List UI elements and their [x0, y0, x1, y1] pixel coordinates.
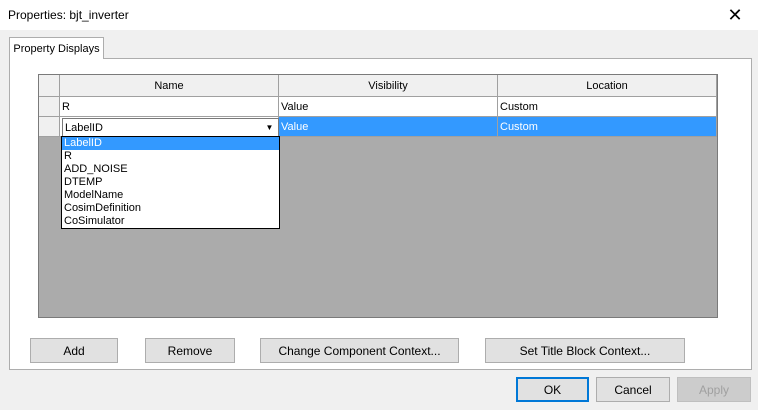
remove-button[interactable]: Remove [145, 338, 235, 363]
name-dropdown-list: LabelID R ADD_NOISE DTEMP ModelName Cosi… [61, 136, 280, 229]
column-header-name[interactable]: Name [60, 75, 279, 97]
dropdown-option[interactable]: DTEMP [62, 176, 279, 189]
dropdown-option[interactable]: CoSimulator [62, 215, 279, 228]
tab-property-displays[interactable]: Property Displays [9, 37, 104, 59]
apply-button[interactable]: Apply [677, 377, 751, 402]
cell-name[interactable]: R [60, 97, 279, 117]
name-combobox[interactable]: LabelID ▼ [62, 118, 279, 137]
chevron-down-icon[interactable]: ▼ [262, 120, 277, 135]
title-bar: Properties: bjt_inverter ✕ [0, 0, 758, 30]
change-component-context-button[interactable]: Change Component Context... [260, 338, 459, 363]
close-button[interactable]: ✕ [712, 0, 758, 30]
dropdown-option[interactable]: ADD_NOISE [62, 163, 279, 176]
combobox-value: LabelID [65, 121, 103, 134]
cell-visibility[interactable]: Value [279, 97, 498, 117]
row-header[interactable] [39, 117, 60, 137]
window-title: Properties: bjt_inverter [8, 8, 129, 22]
set-title-block-context-button[interactable]: Set Title Block Context... [485, 338, 685, 363]
cancel-button[interactable]: Cancel [596, 377, 670, 402]
column-header-location[interactable]: Location [498, 75, 717, 97]
column-header-visibility[interactable]: Visibility [279, 75, 498, 97]
cell-location[interactable]: Custom [498, 117, 717, 137]
grid-corner-header[interactable] [39, 75, 60, 97]
close-icon: ✕ [727, 4, 743, 25]
add-button[interactable]: Add [30, 338, 118, 363]
row-header[interactable] [39, 97, 60, 117]
dropdown-option[interactable]: R [62, 150, 279, 163]
dropdown-option[interactable]: ModelName [62, 189, 279, 202]
ok-button[interactable]: OK [516, 377, 589, 402]
dropdown-option[interactable]: CosimDefinition [62, 202, 279, 215]
cell-location[interactable]: Custom [498, 97, 717, 117]
cell-visibility[interactable]: Value [279, 117, 498, 137]
dropdown-option[interactable]: LabelID [62, 137, 279, 150]
